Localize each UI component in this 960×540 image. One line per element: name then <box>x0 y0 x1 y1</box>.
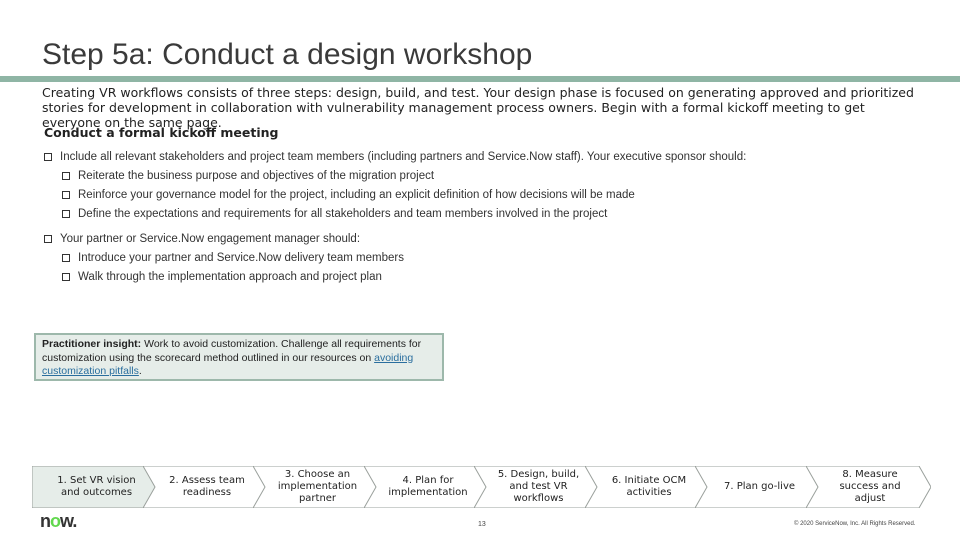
process-step-5: 5. Design, build, and test VR workflows <box>474 466 599 508</box>
checkbox-bullet-icon <box>62 273 70 281</box>
page-number: 13 <box>478 521 486 528</box>
process-step-8: 8. Measure success and adjust <box>805 466 931 508</box>
bullet-item: Define the expectations and requirements… <box>62 208 607 220</box>
servicenow-logo: now. <box>40 511 77 532</box>
bullet-text: Define the expectations and requirements… <box>78 208 608 220</box>
bullet-text: Introduce your partner and Service.Now d… <box>78 252 404 264</box>
bullet-text: Include all relevant stakeholders and pr… <box>60 151 747 163</box>
logo-text-o: o <box>50 511 61 531</box>
process-step-7: 7. Plan go-live <box>695 466 820 508</box>
checkbox-bullet-icon <box>62 172 70 180</box>
logo-text-w: w. <box>60 511 77 531</box>
bullet-text: Reinforce your governance model for the … <box>78 189 635 201</box>
process-step-label: 8. Measure success and adjust <box>839 469 901 504</box>
bullet-item: Include all relevant stakeholders and pr… <box>44 151 746 163</box>
checkbox-bullet-icon <box>62 210 70 218</box>
insight-label: Practitioner insight: <box>42 338 142 350</box>
bullet-item: Your partner or Service.Now engagement m… <box>44 233 360 245</box>
process-step-2: 2. Assess team readiness <box>142 466 268 508</box>
checkbox-bullet-icon <box>44 153 52 161</box>
section-subheading: Conduct a formal kickoff meeting <box>44 125 279 140</box>
process-step-label: 5. Design, build, and test VR workflows <box>497 469 580 504</box>
intro-paragraph: Creating VR workflows consists of three … <box>42 85 914 130</box>
checkbox-bullet-icon <box>44 235 52 243</box>
process-step-label: 2. Assess team readiness <box>169 475 245 498</box>
process-step-4: 4. Plan for implementation <box>363 466 489 508</box>
page-title: Step 5a: Conduct a design workshop <box>42 38 533 71</box>
practitioner-insight-box: Practitioner insight: Work to avoid cust… <box>34 333 444 381</box>
logo-text-n: n <box>40 511 51 531</box>
title-rule <box>0 76 960 82</box>
checkbox-bullet-icon <box>62 254 70 262</box>
bullet-item: Reinforce your governance model for the … <box>62 189 635 201</box>
process-step-1: 1. Set VR vision and outcomes <box>32 466 157 508</box>
checkbox-bullet-icon <box>62 191 70 199</box>
bullet-text: Your partner or Service.Now engagement m… <box>60 233 361 245</box>
insight-end: . <box>138 365 142 377</box>
bullet-text: Reiterate the business purpose and objec… <box>78 170 435 182</box>
bullet-item: Reiterate the business purpose and objec… <box>62 170 434 182</box>
process-step-6: 6. Initiate OCM activities <box>584 466 710 508</box>
bullet-text: Walk through the implementation approach… <box>78 271 382 283</box>
process-step-label: 1. Set VR vision and outcomes <box>57 475 136 498</box>
process-step-label: 6. Initiate OCM activities <box>611 475 687 498</box>
bullet-item: Walk through the implementation approach… <box>62 271 382 283</box>
process-step-label: 7. Plan go-live <box>723 481 796 492</box>
copyright-notice: © 2020 ServiceNow, Inc. All Rights Reser… <box>794 521 916 527</box>
process-step-label: 4. Plan for implementation <box>388 475 468 498</box>
bullet-item: Introduce your partner and Service.Now d… <box>62 252 404 264</box>
process-step-3: 3. Choose an implementation partner <box>253 466 378 508</box>
process-step-label: 3. Choose an implementation partner <box>277 469 358 504</box>
